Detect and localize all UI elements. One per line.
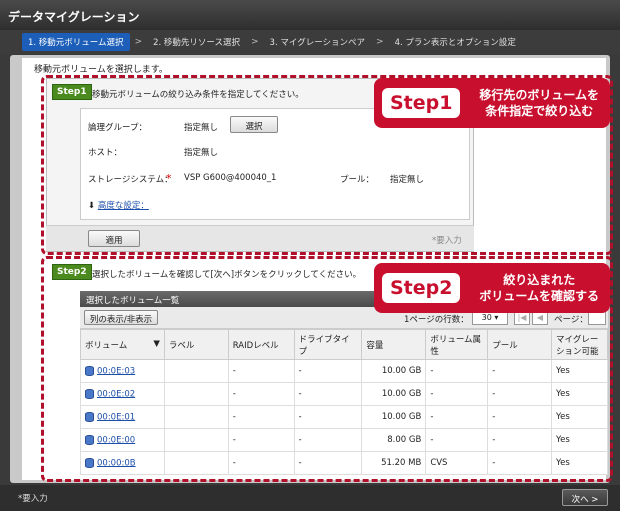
footer-bar: *要入力 次へ > bbox=[0, 485, 620, 511]
step1-callout-title: Step1 bbox=[382, 88, 461, 118]
step2-callout: Step2 絞り込まれた ボリュームを確認する bbox=[374, 263, 610, 313]
step2-callout-line1: 絞り込まれた bbox=[503, 272, 576, 287]
step1-callout-line2: 条件指定で絞り込む bbox=[485, 104, 594, 118]
intro-text: 移動元ボリュームを選択します。 bbox=[34, 65, 168, 75]
step2-callout-desc: 絞り込まれた ボリュームを確認する bbox=[468, 272, 610, 304]
step2-callout-title: Step2 bbox=[382, 273, 461, 303]
wizard-step-1[interactable]: 1. 移動元ボリューム選択 bbox=[22, 33, 130, 51]
step1-callout-desc: 移行先のボリュームを 条件指定で絞り込む bbox=[468, 87, 610, 119]
window-title: データマイグレーション bbox=[0, 0, 620, 30]
step1-callout-line1: 移行先のボリュームを bbox=[479, 87, 600, 102]
wizard-step-4[interactable]: 4. プラン表示とオプション設定 bbox=[389, 33, 522, 51]
step2-callout-line2: ボリュームを確認する bbox=[479, 289, 600, 303]
wizard-separator: > bbox=[376, 37, 384, 47]
next-button[interactable]: 次へ > bbox=[562, 489, 608, 506]
wizard-separator: > bbox=[134, 37, 143, 47]
wizard-step-2[interactable]: 2. 移動先リソース選択 bbox=[147, 33, 246, 51]
wizard-steps: 1. 移動元ボリューム選択 > 2. 移動先リソース選択 > 3. マイグレーシ… bbox=[0, 30, 620, 54]
footer-required-note: *要入力 bbox=[18, 494, 48, 504]
wizard-step-3[interactable]: 3. マイグレーションペア bbox=[264, 33, 371, 51]
wizard-separator: > bbox=[251, 37, 259, 47]
step1-callout: Step1 移行先のボリュームを 条件指定で絞り込む bbox=[374, 78, 610, 128]
